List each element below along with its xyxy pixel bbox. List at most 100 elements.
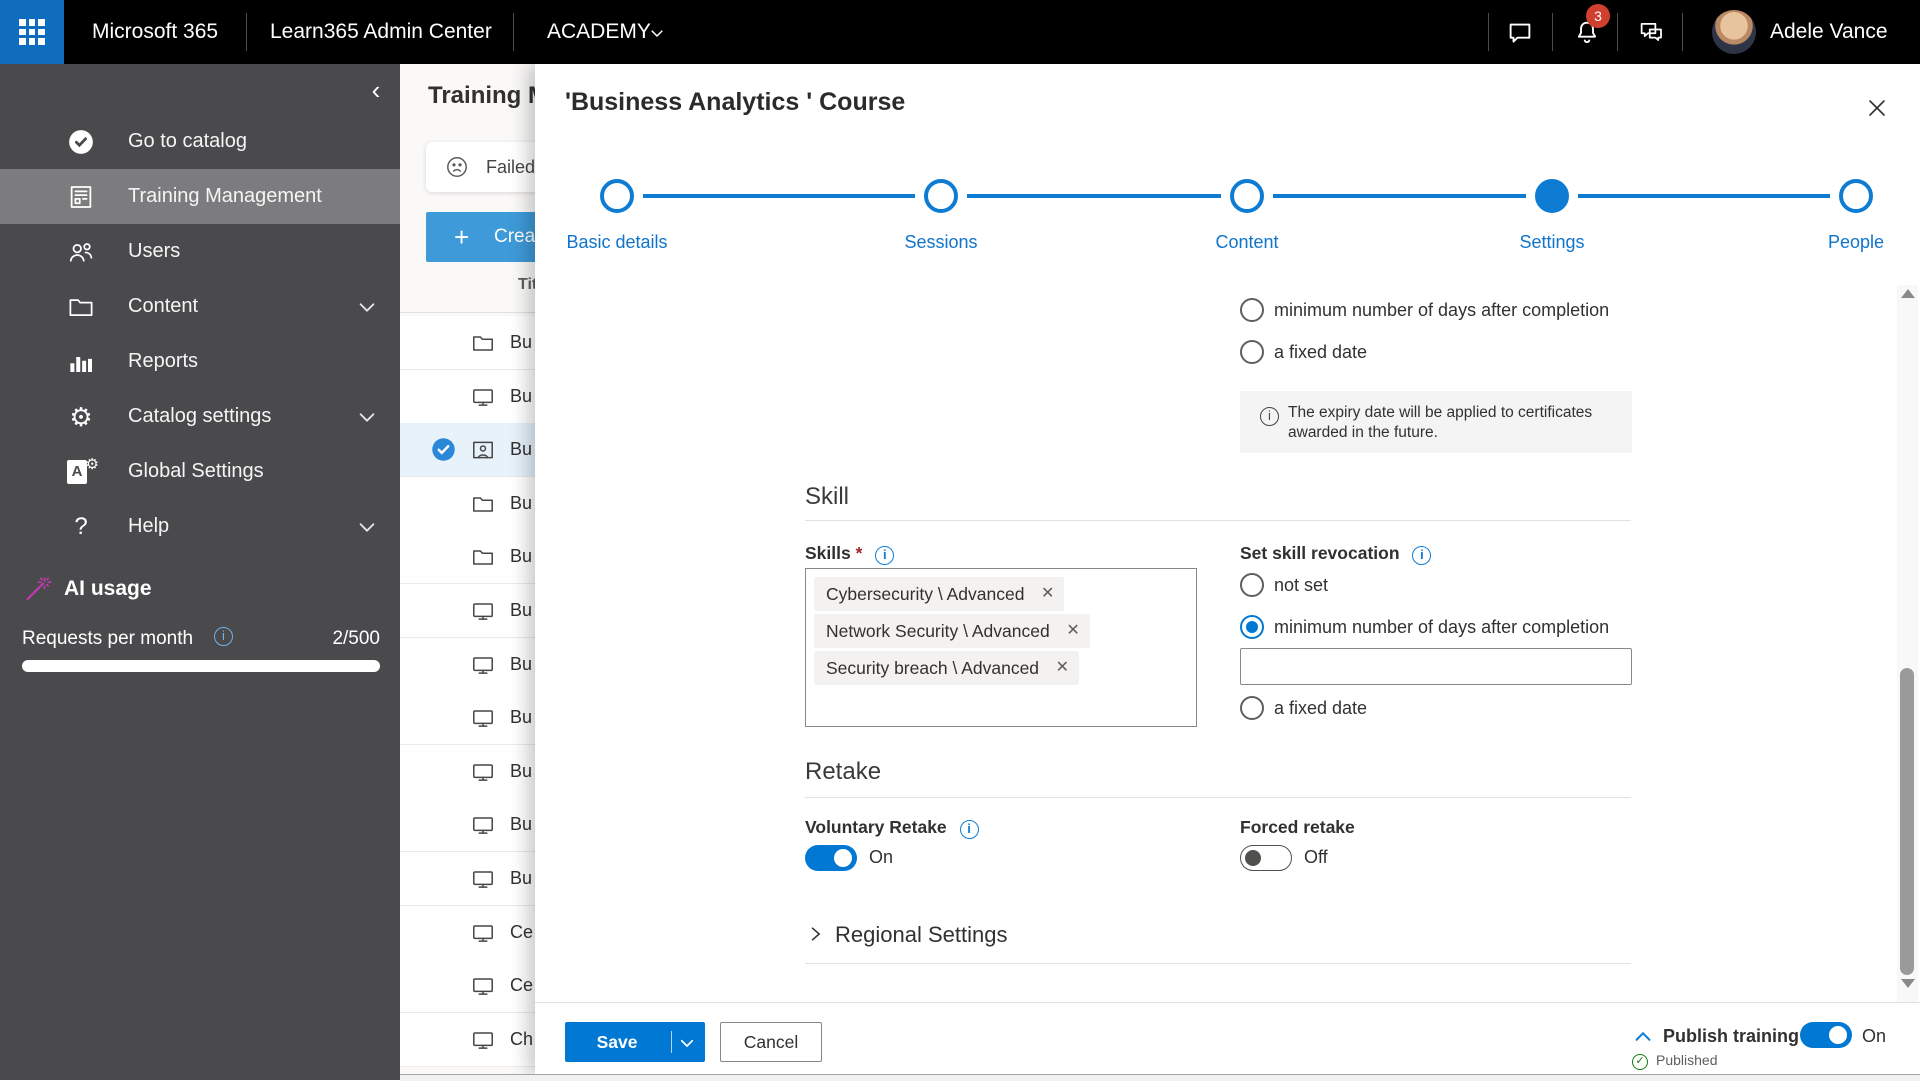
forced-retake-state: Off [1304,847,1328,867]
chevron-down-icon [648,24,666,42]
radio-label: not set [1274,575,1329,595]
requests-progress-bar [22,660,380,672]
monitor-icon [470,973,496,999]
notifications-button[interactable]: 3 [1564,4,1610,54]
stepper-connector [1273,194,1526,198]
remove-skill-icon[interactable]: ✕ [1066,614,1079,648]
radio-icon[interactable] [1240,573,1264,597]
sidebar-item-catalog-settings[interactable]: ⚙ Catalog settings [0,389,400,444]
app-launcher-button[interactable] [0,0,64,64]
remove-skill-icon[interactable]: ✕ [1056,651,1069,685]
step-label-people[interactable]: People [1756,232,1920,253]
publish-training-toggle[interactable] [1800,1022,1852,1048]
sidebar-item-label: Catalog settings [128,405,272,427]
sidebar-item-label: Global Settings [128,460,264,482]
user-name[interactable]: Adele Vance [1770,0,1888,64]
sidebar-item-label: Users [128,240,181,262]
scrollbar-down-arrow[interactable] [1901,979,1915,988]
split-button-divider [671,1031,672,1053]
tenant-dropdown[interactable]: ACADEMY [547,0,651,64]
sidebar-item-go-to-catalog[interactable]: Go to catalog [0,114,400,169]
remove-skill-icon[interactable]: ✕ [1041,577,1054,611]
radio-icon[interactable] [1240,615,1264,639]
brand-title[interactable]: Microsoft 365 [92,0,218,64]
notification-badge: 3 [1586,4,1610,28]
voluntary-retake-toggle[interactable] [805,845,857,871]
training-icon [66,182,96,212]
step-circle-settings[interactable] [1535,179,1569,213]
chat-button[interactable] [1497,10,1543,54]
step-circle-content[interactable] [1230,179,1264,213]
stepper-connector [967,194,1221,198]
section-divider [805,520,1631,521]
sidebar-item-global-settings[interactable]: A ⚙ Global Settings [0,444,400,499]
chart-icon [66,347,96,377]
skill-tag: Security breach \ Advanced ✕ [814,651,1080,685]
magic-wand-icon [22,574,52,604]
skills-tag-box[interactable]: Cybersecurity \ Advanced ✕ Network Securit… [805,568,1197,727]
page-title: Training M [428,82,548,109]
radio-label: a fixed date [1274,698,1368,718]
step-label-content[interactable]: Content [1147,232,1347,253]
step-circle-sessions[interactable] [924,179,958,213]
step-label-settings[interactable]: Settings [1452,232,1652,253]
radio-icon[interactable] [1240,340,1264,364]
chevron-down-icon [356,406,378,428]
info-icon[interactable]: i [1412,546,1432,565]
topbar-divider [513,13,514,51]
sidebar-item-content[interactable]: Content [0,279,400,334]
published-status: Published [1656,1052,1718,1068]
published-check-icon: ✓ [1632,1054,1648,1070]
step-circle-basic-details[interactable] [600,179,634,213]
chat-icon [1503,17,1537,47]
radio-icon[interactable] [1240,298,1264,322]
info-icon[interactable]: i [214,627,233,646]
monitor-icon [470,705,496,731]
chevron-down-icon[interactable] [678,1034,696,1052]
radio-label: minimum number of days after completion [1274,617,1610,637]
sidebar-item-reports[interactable]: Reports [0,334,400,389]
scrollbar-thumb[interactable] [1900,668,1914,975]
monitor-icon [470,1027,496,1053]
folder-icon [470,544,496,570]
sidebar-item-label: Reports [128,350,199,372]
monitor-icon [470,866,496,892]
forced-retake-toggle[interactable] [1240,845,1292,871]
feedback-button[interactable] [1628,10,1674,54]
skills-field-label: Skills * i [805,541,895,565]
monitor-icon [470,384,496,410]
sidebar-item-ai-usage[interactable]: AI usage [0,564,400,614]
sidebar-item-users[interactable]: Users [0,224,400,279]
radio-icon[interactable] [1240,696,1264,720]
step-circle-people[interactable] [1839,179,1873,213]
step-label-basic-details[interactable]: Basic details [517,232,717,253]
info-icon[interactable]: i [959,820,979,839]
app-title[interactable]: Learn365 Admin Center [270,0,492,64]
section-divider [805,797,1631,798]
skill-tag-label: Network Security \ Advanced [826,621,1050,641]
skill-tag: Network Security \ Advanced ✕ [814,614,1090,648]
cancel-button[interactable]: Cancel [720,1022,822,1062]
sad-face-icon [444,154,470,180]
step-label-sessions[interactable]: Sessions [841,232,1041,253]
dialog-title: 'Business Analytics ' Course [565,88,906,116]
expiry-info-text: The expiry date will be applied to certi… [1288,404,1593,441]
info-icon[interactable]: i [875,546,895,565]
selected-check-icon[interactable] [430,436,457,463]
waffle-icon [19,19,45,45]
monitor-icon [470,652,496,678]
avatar[interactable] [1712,10,1756,54]
skill-tag-label: Cybersecurity \ Advanced [826,584,1025,604]
save-button[interactable]: Save [565,1022,705,1062]
sidebar-item-training-management[interactable]: Training Management [0,169,400,224]
gear-icon: ⚙ [69,402,93,432]
plus-icon: + [454,222,470,252]
scrollbar-up-arrow[interactable] [1901,289,1915,298]
revocation-days-input[interactable] [1240,648,1632,685]
training-title: Ce [510,921,534,942]
stepper-connector [643,194,915,198]
chevron-up-icon[interactable] [1632,1026,1654,1048]
close-button[interactable] [1859,90,1895,126]
sidebar-item-help[interactable]: ? Help [0,499,400,554]
sidebar-collapse-button[interactable]: ‹ [358,72,394,108]
